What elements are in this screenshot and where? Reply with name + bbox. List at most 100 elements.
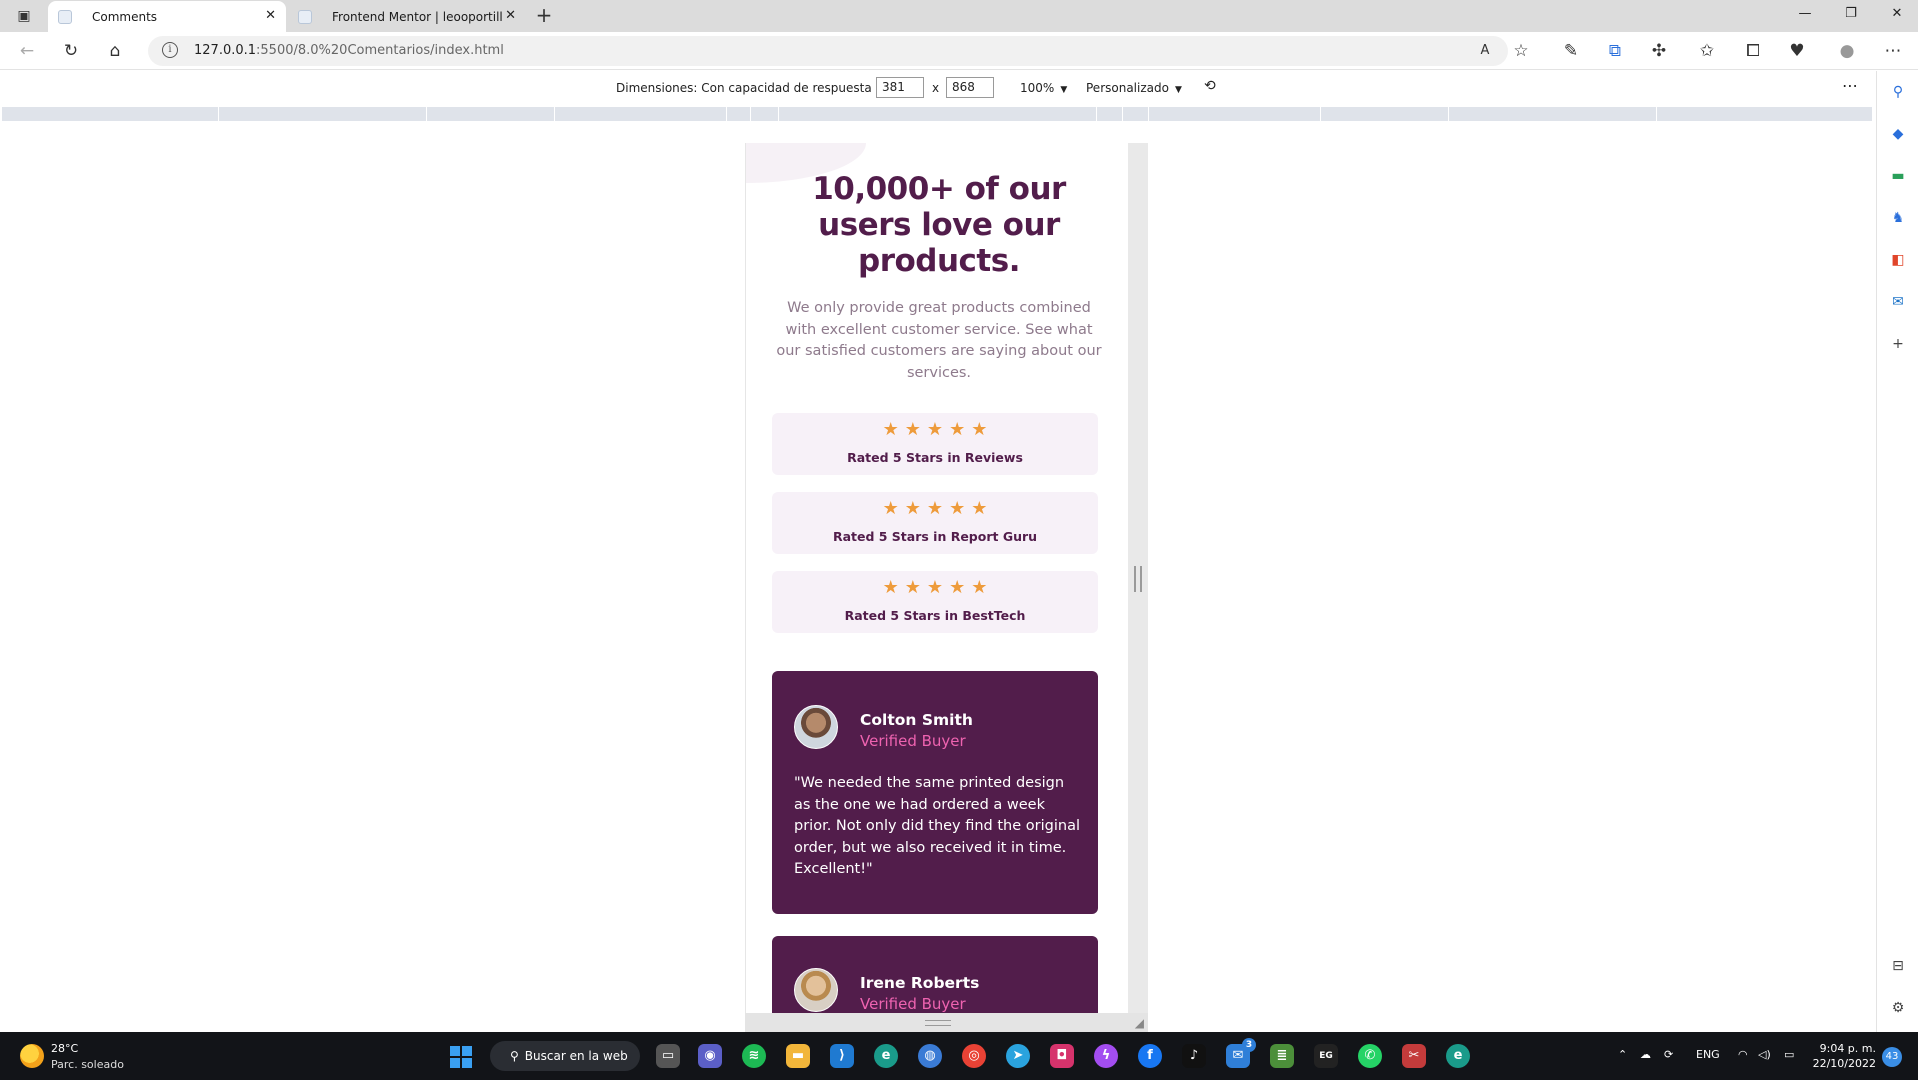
notification-count-badge[interactable]: 43 <box>1882 1047 1902 1067</box>
tab-label: Comments <box>92 9 158 24</box>
tab-frontend-mentor[interactable]: Frontend Mentor | leooportilla's ✕ <box>288 1 526 32</box>
site-info-icon[interactable]: i <box>162 42 178 58</box>
layers-app-icon[interactable]: ≣ <box>1270 1044 1294 1068</box>
onedrive-icon[interactable]: ☁ <box>1640 1048 1651 1061</box>
rotate-icon[interactable]: ⟲ <box>1204 78 1216 94</box>
spotify-icon[interactable]: ≋ <box>742 1044 766 1068</box>
profile-avatar-icon[interactable]: ● <box>1836 40 1858 62</box>
weather-description[interactable]: Parc. soleado <box>51 1058 124 1071</box>
browser-essentials-icon[interactable]: ♥ <box>1786 40 1808 62</box>
new-tab-button[interactable]: + <box>532 4 556 28</box>
zoom-dropdown[interactable]: 100% ▼ <box>1020 81 1067 95</box>
more-options-icon[interactable]: ⋯ <box>1842 76 1859 95</box>
start-button[interactable] <box>450 1046 472 1068</box>
address-bar[interactable]: i 127.0.0.1:5500/8.0%20Comentarios/index… <box>148 36 1508 66</box>
epic-games-icon[interactable]: EG <box>1314 1044 1338 1068</box>
weather-temperature[interactable]: 28°C <box>51 1042 78 1055</box>
vscode-icon[interactable]: ⟩ <box>830 1044 854 1068</box>
edge-icon[interactable]: e <box>874 1044 898 1068</box>
instagram-icon[interactable]: ◘ <box>1050 1044 1074 1068</box>
search-icon: ⚲ <box>510 1049 519 1063</box>
resize-corner-icon[interactable]: ◢ <box>1135 1016 1144 1030</box>
translate-icon[interactable]: ⧉ <box>1604 40 1626 62</box>
battery-icon[interactable]: ▭ <box>1784 1048 1794 1061</box>
teams-chat-icon[interactable]: ◉ <box>698 1044 722 1068</box>
page-subtitle: We only provide great products combined … <box>776 300 1102 381</box>
chrome-icon[interactable]: ◎ <box>962 1044 986 1068</box>
viewport-height-input[interactable]: 868 <box>946 77 994 98</box>
resize-width-handle[interactable] <box>1134 566 1142 592</box>
maps-icon[interactable]: ◍ <box>918 1044 942 1068</box>
tab-label: Frontend Mentor | leooportilla's <box>332 9 502 24</box>
facebook-icon[interactable]: f <box>1138 1044 1162 1068</box>
review-card: Colton Smith Verified Buyer "We needed t… <box>772 671 1098 914</box>
sidebar-settings-icon[interactable]: ⚙ <box>1889 999 1907 1017</box>
page-title: 10,000+ of our users love our products. <box>812 171 1066 279</box>
star-rating-icon: ★★★★★ <box>882 577 994 598</box>
favorite-add-icon[interactable]: ☆ <box>1510 40 1532 62</box>
settings-more-icon[interactable]: ⋯ <box>1882 40 1904 62</box>
home-icon[interactable]: ⌂ <box>104 40 126 62</box>
outlook-icon[interactable]: ✉ <box>1889 293 1907 311</box>
url-text[interactable]: 127.0.0.1:5500/8.0%20Comentarios/index.h… <box>194 43 504 58</box>
close-window-button[interactable]: ✕ <box>1882 6 1912 26</box>
star-rating-icon: ★★★★★ <box>882 498 994 519</box>
sync-icon[interactable]: ⟳ <box>1664 1048 1673 1061</box>
telegram-icon[interactable]: ➤ <box>1006 1044 1030 1068</box>
avatar <box>794 705 838 749</box>
volume-icon[interactable]: ◁) <box>1758 1048 1771 1061</box>
dimensions-dropdown[interactable]: Dimensiones: Con capacidad de respuesta▼ <box>616 81 885 95</box>
restore-button[interactable]: ❐ <box>1836 6 1866 26</box>
weather-sun-icon[interactable] <box>20 1044 44 1068</box>
refresh-icon[interactable]: ↻ <box>60 40 82 62</box>
rating-label: Rated 5 Stars in Report Guru <box>832 529 1038 544</box>
rating-label: Rated 5 Stars in BestTech <box>844 608 1026 623</box>
resize-height-handle[interactable]: ◢ <box>745 1013 1148 1032</box>
hide-sidebar-icon[interactable]: ⊟ <box>1889 957 1907 975</box>
edge-dev-icon[interactable]: e <box>1446 1044 1470 1068</box>
shopping-icon[interactable]: ◆ <box>1889 125 1907 143</box>
task-view-icon[interactable]: ▭ <box>656 1044 680 1068</box>
clock[interactable]: 9:04 p. m. 22/10/2022 <box>1812 1041 1876 1071</box>
add-sidebar-app-icon[interactable]: + <box>1889 335 1907 353</box>
whatsapp-icon[interactable]: ✆ <box>1358 1044 1382 1068</box>
taskbar-search[interactable]: ⚲ Buscar en la web <box>490 1041 640 1071</box>
office-icon[interactable]: ◧ <box>1889 251 1907 269</box>
tab-strip: ▣ Comments ✕ Frontend Mentor | leooporti… <box>0 0 1918 32</box>
star-rating-icon: ★★★★★ <box>882 419 994 440</box>
device-toolbar: Dimensiones: Con capacidad de respuesta▼… <box>0 71 1876 105</box>
read-aloud-icon[interactable]: A <box>1474 40 1496 62</box>
viewport-width-input[interactable]: 381 <box>876 77 924 98</box>
show-hidden-icons-icon[interactable]: ⌃ <box>1618 1048 1627 1061</box>
wifi-icon[interactable]: ◠ <box>1738 1048 1748 1061</box>
minimize-button[interactable]: — <box>1790 6 1820 26</box>
tiktok-icon[interactable]: ♪ <box>1182 1044 1206 1068</box>
language-indicator[interactable]: ENG <box>1696 1048 1720 1061</box>
rating-card: ★★★★★ Rated 5 Stars in BestTech <box>772 571 1098 633</box>
avatar <box>794 968 838 1012</box>
favorites-icon[interactable]: ✩ <box>1696 40 1718 62</box>
verified-badge: Verified Buyer <box>860 732 966 750</box>
rating-label: Rated 5 Stars in Reviews <box>847 450 1023 465</box>
rating-card: ★★★★★ Rated 5 Stars in Report Guru <box>772 492 1098 554</box>
reviewer-name: Irene Roberts <box>860 974 980 992</box>
tools-icon[interactable]: ▬ <box>1889 167 1907 185</box>
page-viewport: 10,000+ of our users love our products. … <box>745 143 1128 1013</box>
search-icon[interactable]: ⚲ <box>1889 83 1907 101</box>
back-icon[interactable]: ← <box>16 40 38 62</box>
eyedropper-icon[interactable]: ✎ <box>1560 40 1582 62</box>
grip-icon <box>925 1020 951 1026</box>
review-card: Irene Roberts Verified Buyer <box>772 936 1098 1013</box>
games-icon[interactable]: ♞ <box>1889 209 1907 227</box>
tab-actions-icon[interactable]: ▣ <box>10 6 38 26</box>
media-query-bar[interactable] <box>2 107 1872 121</box>
messenger-icon[interactable]: ϟ <box>1094 1044 1118 1068</box>
throttle-dropdown[interactable]: Personalizado ▼ <box>1086 81 1182 95</box>
file-explorer-icon[interactable]: ▬ <box>786 1044 810 1068</box>
close-tab-icon[interactable]: ✕ <box>505 8 516 23</box>
snipping-tool-icon[interactable]: ✂ <box>1402 1044 1426 1068</box>
tab-comments[interactable]: Comments ✕ <box>48 1 286 32</box>
collections-icon[interactable]: ⧠ <box>1742 40 1764 62</box>
extensions-icon[interactable]: ✣ <box>1648 40 1670 62</box>
close-tab-icon[interactable]: ✕ <box>265 8 276 23</box>
